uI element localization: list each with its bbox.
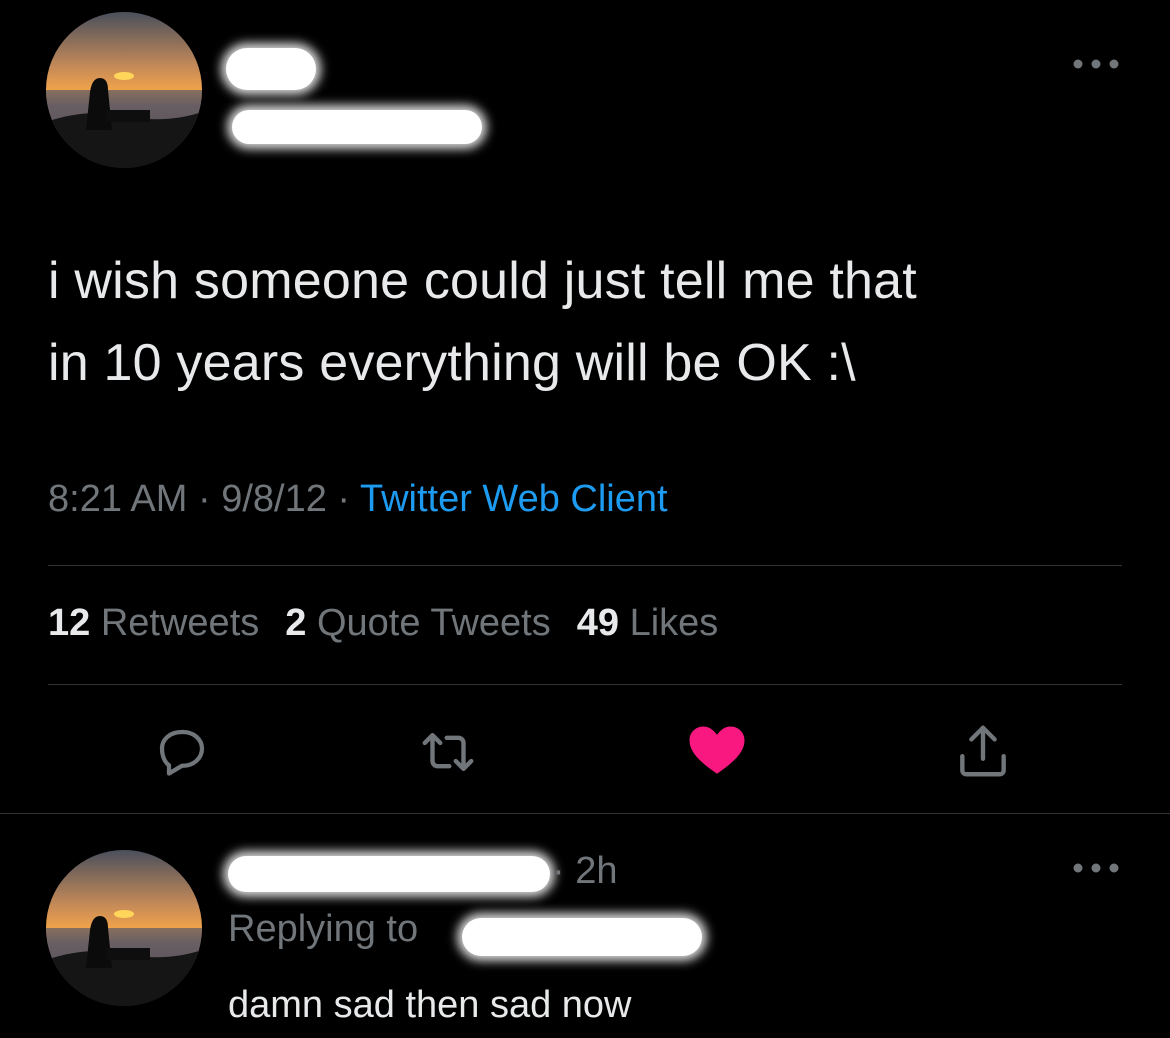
retweet-icon: [422, 733, 474, 771]
divider: [0, 813, 1170, 814]
likes-stat[interactable]: 49 Likes: [577, 602, 719, 644]
author-display-name-redacted: [226, 48, 316, 90]
retweets-stat[interactable]: 12 Retweets: [48, 602, 259, 644]
meta-separator: ·: [337, 478, 351, 520]
meta-separator: ·: [197, 478, 211, 520]
tweet-text-line-1: i wish someone could just tell me that: [48, 252, 917, 310]
reply-author-avatar[interactable]: [46, 850, 202, 1006]
quote-tweets-label: Quote Tweets: [316, 602, 551, 644]
author-handle-redacted: [232, 110, 482, 144]
replying-to-label: Replying to: [228, 908, 419, 950]
avatar-image: [46, 850, 202, 1006]
reply-button[interactable]: [147, 717, 217, 787]
quote-tweets-stat[interactable]: 2 Quote Tweets: [285, 602, 550, 644]
likes-count: 49: [576, 602, 620, 644]
author-avatar[interactable]: [46, 12, 202, 168]
tweet-time[interactable]: 8:21 AM: [48, 478, 187, 520]
more-horizontal-icon: [1073, 863, 1119, 873]
more-options-button[interactable]: [1068, 54, 1128, 79]
reply-text: damn sad then sad now: [228, 984, 632, 1026]
replying-to-handle-redacted[interactable]: [462, 918, 702, 956]
like-button[interactable]: [682, 714, 752, 784]
retweets-count: 12: [48, 602, 91, 644]
tweet-text: i wish someone could just tell me that i…: [48, 240, 1128, 404]
tweet-text-line-2: in 10 years everything will be OK :\: [48, 334, 856, 392]
retweet-button[interactable]: [413, 717, 483, 787]
tweet-meta: 8:21 AM · 9/8/12 · Twitter Web Client: [48, 478, 668, 521]
heart-icon: [689, 726, 745, 774]
tweet-source-link[interactable]: Twitter Web Client: [360, 478, 668, 520]
tweet-date[interactable]: 9/8/12: [221, 478, 327, 520]
divider: [48, 565, 1122, 566]
retweets-label: Retweets: [100, 602, 260, 644]
avatar-image: [46, 12, 202, 168]
reply-time[interactable]: · 2h: [552, 850, 617, 893]
likes-label: Likes: [629, 602, 719, 644]
reply-icon: [159, 729, 205, 776]
quote-tweets-count: 2: [285, 602, 307, 644]
reply-more-options-button[interactable]: [1068, 858, 1128, 883]
tweet-stats: 12 Retweets 2 Quote Tweets 49 Likes: [48, 602, 718, 645]
share-icon: [960, 725, 1006, 777]
divider: [48, 684, 1122, 685]
more-horizontal-icon: [1073, 59, 1119, 69]
reply-author-name-redacted: [228, 856, 550, 892]
share-button[interactable]: [948, 716, 1018, 786]
